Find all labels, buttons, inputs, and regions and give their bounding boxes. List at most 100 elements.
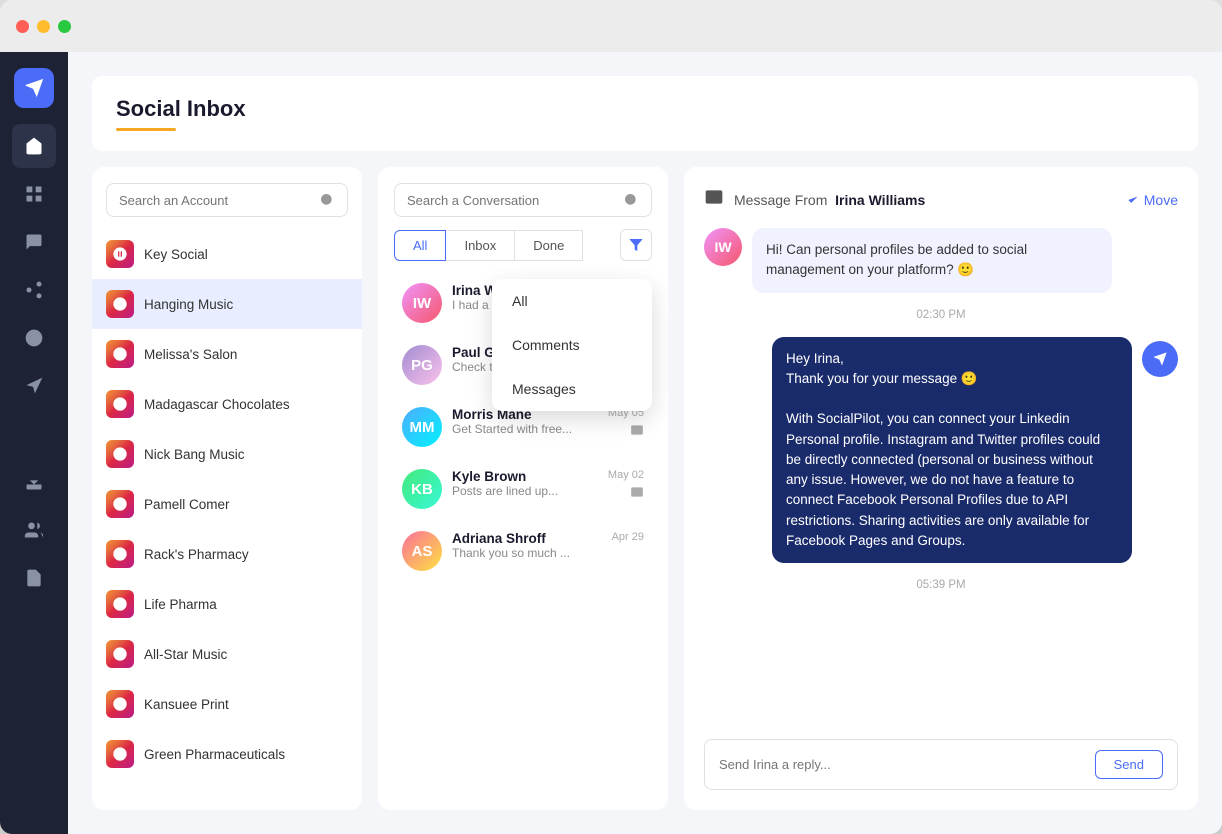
msg-from-label: Message From [734, 192, 827, 208]
msg-send-button[interactable]: Send [1095, 750, 1163, 779]
account-icon-nick-bang [106, 440, 134, 468]
conv-meta-adriana: Apr 29 [612, 531, 644, 543]
account-icon-life-pharma [106, 590, 134, 618]
sidebar-item-download[interactable] [12, 460, 56, 504]
account-icon-kansuee-print [106, 690, 134, 718]
msg-reply-input[interactable] [719, 757, 1085, 772]
sidebar-item-network[interactable] [12, 268, 56, 312]
filter-dropdown-all[interactable]: All [492, 279, 652, 323]
filter-icon-button[interactable] [620, 229, 652, 261]
conv-info-kyle: Kyle Brown Posts are lined up... [452, 469, 598, 498]
account-item-allstar-music[interactable]: All-Star Music [92, 629, 362, 679]
incoming-avatar: IW [704, 228, 742, 266]
account-name: All-Star Music [144, 647, 227, 662]
outgoing-message-row: Hey Irina, Thank you for your message 🙂 … [704, 337, 1178, 564]
conv-avatar-kyle: KB [402, 469, 442, 509]
msg-from-name: Irina Williams [835, 192, 925, 208]
sidebar-item-comments[interactable] [12, 220, 56, 264]
conv-search-input[interactable] [407, 193, 615, 208]
outgoing-time: 05:39 PM [704, 579, 1178, 591]
account-item-melissas-salon[interactable]: Melissa's Salon [92, 329, 362, 379]
account-icon-allstar-music [106, 640, 134, 668]
account-item-kansuee-print[interactable]: Kansuee Print [92, 679, 362, 729]
account-item-madagascar[interactable]: Madagascar Chocolates [92, 379, 362, 429]
account-item-hanging-music[interactable]: Hanging Music [92, 279, 362, 329]
page-title: Social Inbox [116, 96, 1174, 122]
send-icon [1142, 341, 1178, 377]
incoming-message-row: IW Hi! Can personal profiles be added to… [704, 228, 1178, 293]
msg-move-button[interactable]: Move [1126, 192, 1178, 208]
account-name: Melissa's Salon [144, 347, 237, 362]
msg-from: Message From Irina Williams [734, 192, 925, 208]
conv-avatar-paul: PG [402, 345, 442, 385]
filter-dropdown-comments[interactable]: Comments [492, 323, 652, 367]
conv-item-adriana[interactable]: AS Adriana Shroff Thank you so much ... … [394, 521, 652, 581]
account-icon-key-social [106, 240, 134, 268]
conv-date-adriana: Apr 29 [612, 531, 644, 543]
conv-name-adriana: Adriana Shroff [452, 531, 602, 546]
account-item-racks-pharmacy[interactable]: Rack's Pharmacy [92, 529, 362, 579]
conv-info-morris: Morris Mane Get Started with free... [452, 407, 598, 436]
filter-icon [628, 237, 644, 253]
account-item-key-social[interactable]: Key Social [92, 229, 362, 279]
incoming-time: 02:30 PM [704, 309, 1178, 321]
sidebar-item-document[interactable] [12, 556, 56, 600]
titlebar [0, 0, 1222, 52]
conv-meta-morris: May 05 [608, 407, 644, 442]
incoming-text: Hi! Can personal profiles be added to so… [766, 242, 1027, 277]
conv-search-bar[interactable] [394, 183, 652, 217]
msg-body: IW Hi! Can personal profiles be added to… [704, 228, 1178, 727]
checkmark-icon [1126, 193, 1140, 207]
sidebar-item-users[interactable] [12, 508, 56, 552]
account-search-bar[interactable] [106, 183, 348, 217]
filter-tabs: All Inbox Done [394, 229, 652, 261]
filter-dropdown-messages[interactable]: Messages [492, 367, 652, 411]
account-icon-pamell-comer [106, 490, 134, 518]
close-button[interactable] [16, 20, 29, 33]
conv-avatar-morris: MM [402, 407, 442, 447]
account-name: Kansuee Print [144, 697, 229, 712]
sidebar-item-dashboard[interactable] [12, 172, 56, 216]
msg-move-label: Move [1144, 192, 1178, 208]
envelope-icon [704, 187, 724, 212]
account-name: Madagascar Chocolates [144, 397, 290, 412]
conv-msg-icon-morris [630, 423, 644, 442]
account-search-input[interactable] [119, 193, 311, 208]
account-name: Nick Bang Music [144, 447, 245, 462]
conv-avatar-irina: IW [402, 283, 442, 323]
account-search-icon [319, 192, 335, 208]
sidebar-item-target[interactable] [12, 316, 56, 360]
conv-preview-kyle: Posts are lined up... [452, 484, 598, 498]
conv-date-kyle: May 02 [608, 469, 644, 481]
accounts-panel: Key Social Hanging Music Melissa's Salon [92, 167, 362, 810]
account-icon-hanging-music [106, 290, 134, 318]
tab-all[interactable]: All [394, 230, 446, 261]
sidebar-item-megaphone[interactable] [12, 364, 56, 408]
account-name: Pamell Comer [144, 497, 230, 512]
sidebar-logo[interactable] [14, 68, 54, 108]
conv-info-adriana: Adriana Shroff Thank you so much ... [452, 531, 602, 560]
filter-dropdown: All Comments Messages [492, 279, 652, 411]
main-content: Social Inbox Key Social [68, 52, 1222, 834]
conv-meta-kyle: May 02 [608, 469, 644, 504]
sidebar [0, 52, 68, 834]
tab-done[interactable]: Done [515, 230, 583, 261]
account-item-green-pharma[interactable]: Green Pharmaceuticals [92, 729, 362, 779]
account-icon-madagascar [106, 390, 134, 418]
conv-preview-morris: Get Started with free... [452, 422, 598, 436]
app-window: Social Inbox Key Social [0, 0, 1222, 834]
minimize-button[interactable] [37, 20, 50, 33]
account-item-pamell-comer[interactable]: Pamell Comer [92, 479, 362, 529]
incoming-bubble: Hi! Can personal profiles be added to so… [752, 228, 1112, 293]
account-item-life-pharma[interactable]: Life Pharma [92, 579, 362, 629]
maximize-button[interactable] [58, 20, 71, 33]
account-list: Key Social Hanging Music Melissa's Salon [92, 229, 362, 794]
sidebar-item-inbox[interactable] [12, 124, 56, 168]
account-item-nick-bang[interactable]: Nick Bang Music [92, 429, 362, 479]
sidebar-item-analytics[interactable] [12, 412, 56, 456]
tab-inbox[interactable]: Inbox [446, 230, 515, 261]
three-panel: Key Social Hanging Music Melissa's Salon [92, 167, 1198, 810]
conv-avatar-adriana: AS [402, 531, 442, 571]
conv-item-kyle[interactable]: KB Kyle Brown Posts are lined up... May … [394, 459, 652, 519]
account-name: Life Pharma [144, 597, 217, 612]
